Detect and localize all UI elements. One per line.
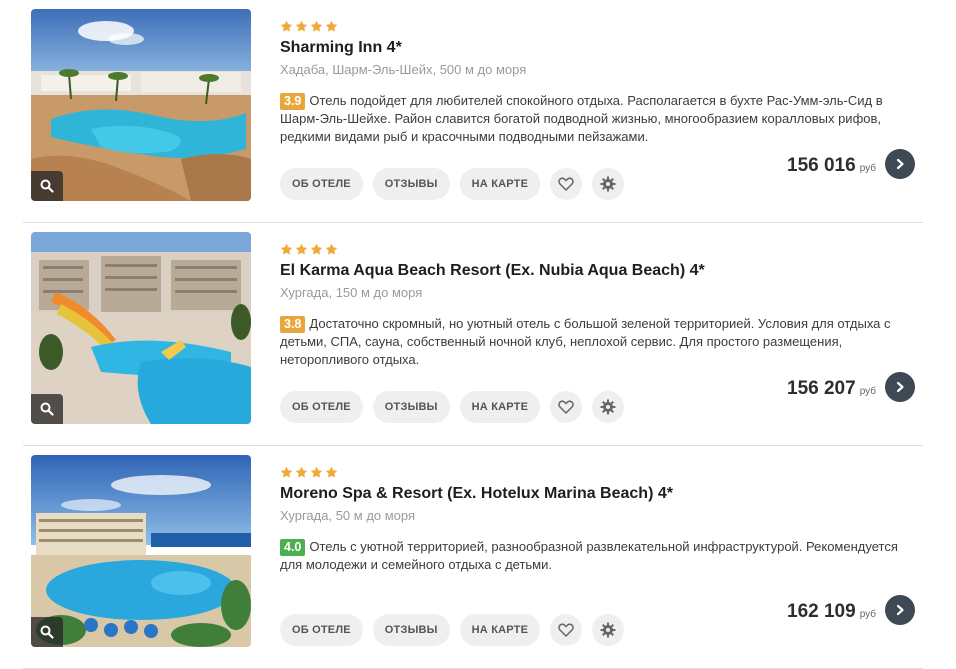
chevron-right-icon (896, 604, 904, 616)
star-icon (280, 20, 293, 32)
hotel-card: Moreno Spa & Resort (Ex. Hotelux Marina … (23, 446, 923, 669)
about-hotel-button[interactable]: ОБ ОТЕЛЕ (280, 168, 363, 200)
go-to-hotel-button[interactable] (885, 372, 915, 402)
settings-button[interactable] (592, 168, 625, 200)
hotel-location: Хургада, 50 м до моря (280, 508, 416, 523)
magnifier-icon (40, 402, 54, 416)
hotel-photo-image (31, 9, 251, 201)
hotel-photo[interactable] (31, 9, 251, 201)
gear-icon (600, 622, 616, 638)
reviews-button[interactable]: ОТЗЫВЫ (372, 614, 450, 646)
hotel-description: 3.8 Достаточно скромный, но уютный отель … (280, 315, 916, 369)
hotel-description: 4.0 Отель с уютной территорией, разнообра… (280, 538, 916, 574)
hotel-card: Sharming Inn 4* Хадаба, Шарм-Эль-Шейх, 5… (23, 0, 923, 223)
price-currency: руб (859, 609, 876, 620)
hotel-location: Хадаба, Шарм-Эль-Шейх, 500 м до моря (280, 62, 527, 77)
star-icon (295, 466, 308, 478)
price-amount: 156 207 (787, 378, 856, 399)
rating-badge: 3.9 (280, 93, 306, 110)
on-map-button[interactable]: НА КАРТЕ (459, 391, 541, 423)
hotel-photo[interactable] (31, 455, 251, 647)
favorite-button[interactable] (550, 391, 583, 423)
rating-badge: 4.0 (280, 539, 306, 556)
go-to-hotel-button[interactable] (885, 149, 915, 179)
gear-icon (600, 399, 616, 415)
hotel-actions: ОБ ОТЕЛЕ ОТЗЫВЫ НА КАРТЕ (280, 614, 625, 646)
hotel-info: Sharming Inn 4* Хадаба, Шарм-Эль-Шейх, 5… (280, 20, 920, 200)
on-map-button[interactable]: НА КАРТЕ (459, 614, 541, 646)
hotel-location: Хургада, 150 м до моря (280, 285, 423, 300)
go-to-hotel-button[interactable] (885, 595, 915, 625)
chevron-right-icon (896, 158, 904, 170)
favorite-button[interactable] (550, 614, 583, 646)
star-rating (280, 466, 920, 480)
price-currency: руб (859, 386, 876, 397)
hotel-photo[interactable] (31, 232, 251, 424)
favorite-button[interactable] (550, 168, 583, 200)
heart-icon (558, 400, 574, 414)
star-icon (325, 20, 338, 32)
magnifier-icon (40, 625, 54, 639)
heart-icon (558, 623, 574, 637)
star-rating (280, 20, 920, 34)
price-amount: 162 109 (787, 601, 856, 622)
star-icon (280, 243, 293, 255)
photo-zoom-button[interactable] (31, 171, 63, 201)
gear-icon (600, 176, 616, 192)
description-text: Отель подойдет для любителей спокойного … (280, 93, 883, 144)
price-currency: руб (859, 163, 876, 174)
about-hotel-button[interactable]: ОБ ОТЕЛЕ (280, 614, 363, 646)
photo-zoom-button[interactable] (31, 394, 63, 424)
heart-icon (558, 177, 574, 191)
star-icon (280, 466, 293, 478)
about-hotel-button[interactable]: ОБ ОТЕЛЕ (280, 391, 363, 423)
on-map-button[interactable]: НА КАРТЕ (459, 168, 541, 200)
star-icon (325, 466, 338, 478)
star-icon (295, 20, 308, 32)
hotel-info: Moreno Spa & Resort (Ex. Hotelux Marina … (280, 466, 920, 646)
reviews-button[interactable]: ОТЗЫВЫ (372, 391, 450, 423)
magnifier-icon (40, 179, 54, 193)
chevron-right-icon (896, 381, 904, 393)
hotel-photo-image (31, 455, 251, 647)
hotel-name[interactable]: Sharming Inn 4* (280, 39, 920, 57)
star-icon (295, 243, 308, 255)
hotel-name[interactable]: El Karma Aqua Beach Resort (Ex. Nubia Aq… (280, 262, 920, 280)
hotel-photo-image (31, 232, 251, 424)
description-text: Достаточно скромный, но уютный отель с б… (280, 316, 891, 367)
description-text: Отель с уютной территорией, разнообразно… (280, 539, 898, 572)
star-rating (280, 243, 920, 257)
reviews-button[interactable]: ОТЗЫВЫ (372, 168, 450, 200)
price-amount: 156 016 (787, 155, 856, 176)
photo-zoom-button[interactable] (31, 617, 63, 647)
star-icon (310, 243, 323, 255)
settings-button[interactable] (592, 391, 625, 423)
rating-badge: 3.8 (280, 316, 306, 333)
hotel-name[interactable]: Moreno Spa & Resort (Ex. Hotelux Marina … (280, 485, 920, 503)
hotel-actions: ОБ ОТЕЛЕ ОТЗЫВЫ НА КАРТЕ (280, 391, 625, 423)
hotel-price: 162 109 руб (787, 601, 876, 623)
star-icon (310, 466, 323, 478)
hotel-actions: ОБ ОТЕЛЕ ОТЗЫВЫ НА КАРТЕ (280, 168, 625, 200)
settings-button[interactable] (592, 614, 625, 646)
hotel-list: Sharming Inn 4* Хадаба, Шарм-Эль-Шейх, 5… (0, 0, 956, 669)
star-icon (325, 243, 338, 255)
hotel-description: 3.9 Отель подойдет для любителей спокойно… (280, 92, 916, 146)
hotel-info: El Karma Aqua Beach Resort (Ex. Nubia Aq… (280, 243, 920, 423)
hotel-card: El Karma Aqua Beach Resort (Ex. Nubia Aq… (23, 223, 923, 446)
hotel-price: 156 016 руб (787, 155, 876, 177)
star-icon (310, 20, 323, 32)
hotel-price: 156 207 руб (787, 378, 876, 400)
